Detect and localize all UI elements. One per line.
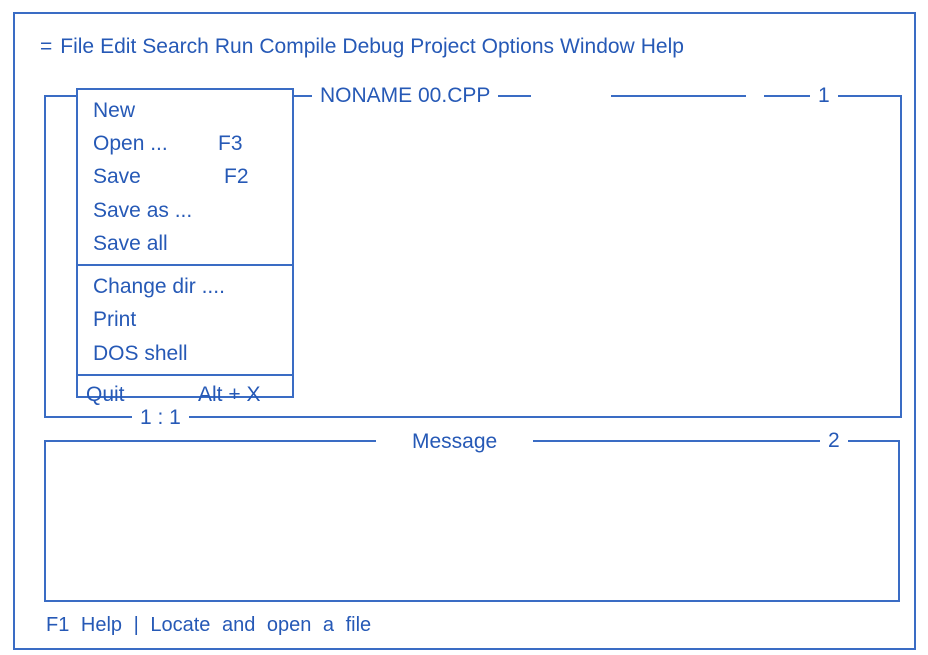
menu-file[interactable]: File <box>60 35 94 59</box>
message-window[interactable]: Message 2 <box>44 429 900 602</box>
menu-item-open[interactable]: Open ... F3 <box>78 127 292 160</box>
menu-item-label: Save all <box>93 231 168 255</box>
file-menu-group: Change dir .... Print DOS shell <box>78 266 292 377</box>
menu-item-label: Save as ... <box>93 198 193 222</box>
menu-edit[interactable]: Edit <box>100 35 136 59</box>
menu-item-label: DOS shell <box>93 341 188 365</box>
menu-run[interactable]: Run <box>215 35 254 59</box>
menu-project[interactable]: Project <box>410 35 475 59</box>
menu-bar: = File Edit Search Run Compile Debug Pro… <box>40 33 690 61</box>
shortcut-key: Alt + X <box>198 383 261 407</box>
menu-item-label: Quit <box>86 383 125 407</box>
status-bar: F1 Help | Locate and open a file <box>46 614 371 637</box>
menu-compile[interactable]: Compile <box>259 35 336 59</box>
menu-debug[interactable]: Debug <box>342 35 404 59</box>
file-menu-group: Quit Alt + X <box>78 376 292 416</box>
file-menu-dropdown: New Open ... F3 Save F2 Save as ... Save… <box>76 88 294 406</box>
editor-window-number: 1 <box>810 84 838 108</box>
menu-item-save-as[interactable]: Save as ... <box>78 194 292 227</box>
menu-item-quit[interactable]: Quit Alt + X <box>78 378 292 412</box>
message-title: Message <box>376 430 534 454</box>
menu-window[interactable]: Window <box>560 35 635 59</box>
menu-item-label: New <box>93 98 136 122</box>
menu-item-label: Print <box>93 308 137 332</box>
menu-item-save-all[interactable]: Save all <box>78 227 292 260</box>
menu-help[interactable]: Help <box>641 35 684 59</box>
editor-title: NONAME 00.CPP <box>312 84 499 108</box>
shortcut-key: F2 <box>224 165 249 189</box>
menu-item-new[interactable]: New <box>78 94 292 127</box>
menu-item-label: Change dir .... <box>93 275 225 299</box>
file-menu-group: New Open ... F3 Save F2 Save as ... Save… <box>78 90 292 267</box>
menu-item-save[interactable]: Save F2 <box>78 161 292 194</box>
title-rule-gap <box>531 93 611 99</box>
menu-item-change-dir[interactable]: Change dir .... <box>78 270 292 303</box>
menu-item-print[interactable]: Print <box>78 304 292 337</box>
menu-item-label: Open ... <box>93 131 168 155</box>
menu-item-label: Save <box>93 165 141 189</box>
title-rule-gap <box>746 93 764 99</box>
menu-item-dos-shell[interactable]: DOS shell <box>78 337 292 370</box>
status-text: F1 Help | Locate and open a file <box>46 614 372 636</box>
menu-options[interactable]: Options <box>482 35 554 59</box>
message-window-number: 2 <box>820 429 848 453</box>
menu-search[interactable]: Search <box>142 35 209 59</box>
shortcut-key: F3 <box>218 131 243 155</box>
system-menu[interactable]: = <box>40 35 52 59</box>
